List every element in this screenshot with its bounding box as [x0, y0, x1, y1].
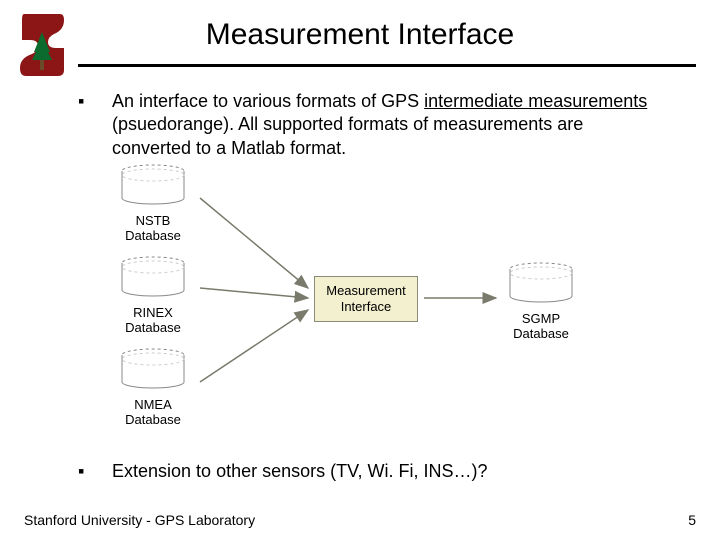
bullet-marker: ▪: [78, 460, 112, 483]
measurement-interface-box: Measurement Interface: [314, 276, 418, 322]
db-rinex: RINEX Database: [98, 256, 208, 335]
bullet-list: ▪ An interface to various formats of GPS…: [78, 90, 660, 166]
bullet-2: ▪ Extension to other sensors (TV, Wi. Fi…: [78, 460, 660, 483]
bullet-1: ▪ An interface to various formats of GPS…: [78, 90, 660, 160]
db-sgmp: SGMP Database: [486, 262, 596, 341]
footer-text: Stanford University - GPS Laboratory: [24, 512, 255, 528]
slide-title: Measurement Interface: [0, 18, 720, 52]
db-nstb: NSTB Database: [98, 164, 208, 243]
bullet-marker: ▪: [78, 90, 112, 160]
bullet-2-text: Extension to other sensors (TV, Wi. Fi, …: [112, 460, 660, 483]
diagram: NSTB Database RINEX Database NMEA Databa…: [108, 170, 578, 440]
title-rule: [78, 64, 696, 67]
page-number: 5: [688, 512, 696, 528]
bullet-list-2: ▪ Extension to other sensors (TV, Wi. Fi…: [78, 460, 660, 489]
bullet-1-text: An interface to various formats of GPS i…: [112, 90, 660, 160]
db-nmea: NMEA Database: [98, 348, 208, 427]
